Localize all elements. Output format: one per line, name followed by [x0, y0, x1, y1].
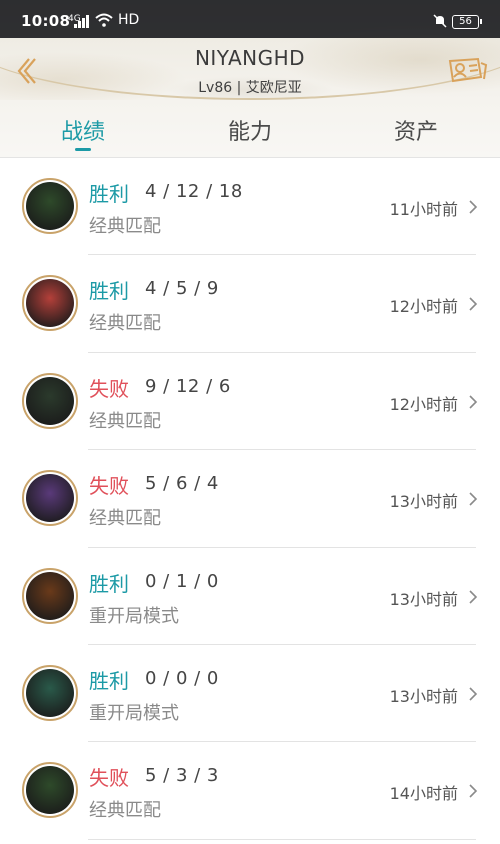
- chevron-right-icon: [469, 492, 478, 506]
- match-mode: 经典匹配: [89, 313, 161, 335]
- match-result: 胜利: [89, 668, 129, 693]
- status-bar: 10:08 4G HD 56: [0, 0, 500, 38]
- match-time: 11小时前: [389, 200, 458, 219]
- match-time: 13小时前: [389, 492, 458, 512]
- tab-active-indicator: [75, 148, 91, 151]
- champion-portrait: [26, 571, 74, 620]
- chevron-right-icon: [469, 297, 478, 311]
- match-kda: 0 / 0 / 0: [145, 667, 219, 689]
- player-level-server: Lv86 | 艾欧尼亚: [198, 80, 302, 96]
- match-mode: 重开局模式: [89, 702, 179, 724]
- match-row[interactable]: 失败 9 / 12 / 6 经典匹配 12小时前: [0, 353, 500, 451]
- match-mode: 经典匹配: [89, 216, 161, 237]
- champion-avatar: [22, 762, 78, 819]
- match-kda: 5 / 3 / 3: [145, 765, 219, 787]
- match-time: 12小时前: [389, 394, 458, 414]
- chevron-right-icon: [469, 687, 478, 701]
- champion-avatar: [22, 372, 78, 429]
- match-time: 14小时前: [389, 784, 458, 804]
- tab-assets[interactable]: 资产: [361, 114, 471, 146]
- match-row[interactable]: 失败 5 / 3 / 3 经典匹配 14小时前: [0, 742, 500, 840]
- champion-portrait: [26, 279, 74, 328]
- champion-avatar: [22, 275, 78, 332]
- match-result: 胜利: [89, 571, 129, 596]
- chevron-right-icon: [469, 200, 478, 214]
- match-row[interactable]: 失败 5 / 6 / 4 经典匹配 13小时前: [0, 450, 500, 548]
- match-time: 13小时前: [389, 589, 458, 609]
- match-list: 胜利 4 / 12 / 18 经典匹配 11小时前 胜利 4 / 5 / 9 经…: [0, 158, 500, 840]
- champion-avatar: [22, 470, 78, 527]
- match-time: 13小时前: [389, 686, 458, 706]
- match-result: 胜利: [89, 279, 129, 304]
- status-time: 10:08: [21, 12, 71, 30]
- champion-portrait: [26, 766, 74, 815]
- signal-icon: [74, 15, 90, 28]
- match-kda: 9 / 12 / 6: [145, 375, 231, 397]
- profile-card-icon[interactable]: [448, 55, 488, 85]
- match-mode: 经典匹配: [89, 800, 161, 822]
- match-result: 失败: [89, 766, 129, 791]
- match-result: 失败: [89, 474, 129, 499]
- champion-avatar: [22, 567, 78, 624]
- match-row[interactable]: 胜利 0 / 1 / 0 重开局模式 13小时前: [0, 548, 500, 645]
- wifi-icon: [95, 13, 113, 27]
- match-mode: 重开局模式: [89, 605, 179, 627]
- tab-ability[interactable]: 能力: [195, 114, 305, 146]
- match-row[interactable]: 胜利 4 / 5 / 9 经典匹配 12小时前: [0, 255, 500, 353]
- match-kda: 4 / 12 / 18: [145, 181, 243, 202]
- tab-bar: 战绩 能力 资产: [0, 110, 500, 156]
- champion-portrait: [26, 668, 74, 717]
- match-kda: 4 / 5 / 9: [145, 278, 219, 300]
- champion-avatar: [22, 178, 78, 234]
- match-mode: 经典匹配: [89, 508, 161, 530]
- header: 10:08 4G HD 56 NIYANGHD Lv86 | 艾欧尼亚 战绩 能…: [0, 0, 500, 157]
- match-mode: 经典匹配: [89, 410, 161, 432]
- match-kda: 0 / 1 / 0: [145, 570, 219, 592]
- match-row[interactable]: 胜利 0 / 0 / 0 重开局模式 13小时前: [0, 645, 500, 743]
- mute-icon: [433, 14, 447, 28]
- champion-portrait: [26, 182, 74, 230]
- match-row[interactable]: 胜利 4 / 12 / 18 经典匹配 11小时前: [0, 158, 500, 256]
- champion-portrait: [26, 474, 74, 523]
- row-divider: [88, 838, 476, 840]
- match-result: 胜利: [89, 182, 129, 206]
- champion-portrait: [26, 376, 74, 425]
- tab-record[interactable]: 战绩: [28, 114, 138, 146]
- match-time: 12小时前: [389, 297, 458, 317]
- player-name: NIYANGHD: [194, 46, 306, 70]
- match-kda: 5 / 6 / 4: [145, 473, 219, 495]
- match-result: 失败: [89, 376, 129, 401]
- battery-icon: 56: [452, 15, 482, 29]
- champion-avatar: [22, 664, 78, 721]
- chevron-right-icon: [469, 395, 478, 409]
- hd-indicator: HD: [118, 12, 140, 28]
- chevron-right-icon: [469, 784, 478, 798]
- chevron-right-icon: [469, 589, 478, 604]
